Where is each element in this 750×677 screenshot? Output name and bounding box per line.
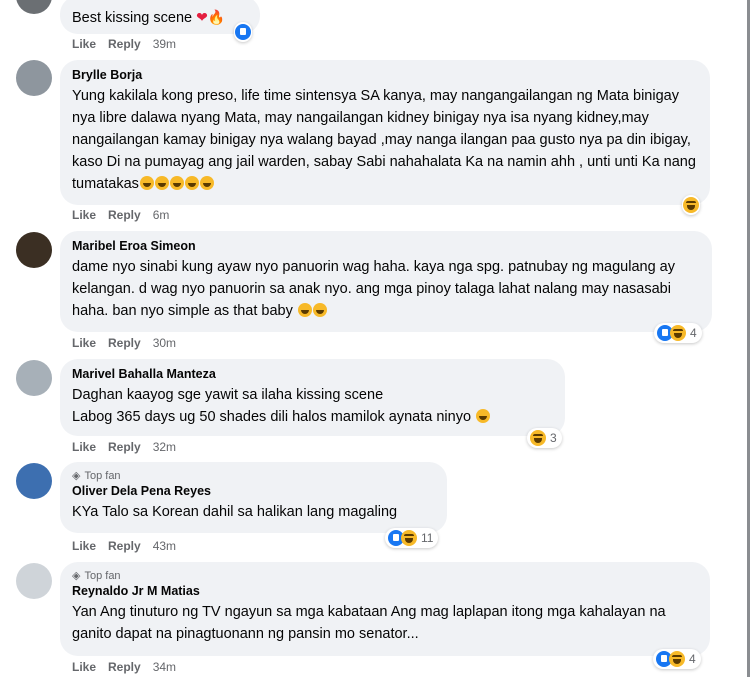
comment-text: Best kissing scene ❤🔥 <box>72 9 226 26</box>
haha-reaction-icon <box>530 430 546 446</box>
avatar[interactable] <box>16 0 52 14</box>
timestamp[interactable]: 39m <box>153 37 176 51</box>
reply-button[interactable]: Reply <box>108 336 141 350</box>
comment-actions: Like Reply 6m <box>72 208 169 222</box>
comment-bubble: Marivel Bahalla Manteza Daghan kaayog sg… <box>60 359 565 436</box>
reply-button[interactable]: Reply <box>108 539 141 553</box>
comment-text: Yan Ang tinuturo ng TV ngayun sa mga kab… <box>72 604 666 642</box>
comment-text: KYa Talo sa Korean dahil sa halikan lang… <box>72 504 398 520</box>
avatar[interactable] <box>16 232 52 268</box>
timestamp[interactable]: 6m <box>153 208 170 222</box>
commenter-name[interactable]: Marivel Bahalla Manteza <box>72 367 553 381</box>
comment-actions: Like Reply 39m <box>72 37 176 51</box>
reaction-count: 4 <box>690 326 697 340</box>
like-button[interactable]: Like <box>72 37 96 51</box>
reply-button[interactable]: Reply <box>108 37 141 51</box>
timestamp[interactable]: 43m <box>153 539 176 553</box>
commenter-name[interactable]: Oliver Dela Pena Reyes <box>72 484 435 498</box>
reaction-summary[interactable] <box>682 195 700 215</box>
like-button[interactable]: Like <box>72 539 96 553</box>
avatar[interactable] <box>16 563 52 599</box>
top-fan-badge: ◈ Top fan <box>72 469 121 483</box>
reply-button[interactable]: Reply <box>108 660 141 674</box>
comment-bubble: Brylle Borja Yung kakilala kong preso, l… <box>60 60 710 205</box>
like-reaction-icon <box>235 24 251 40</box>
grin-emoji-icon <box>312 303 327 317</box>
comment-actions: Like Reply 32m <box>72 440 176 454</box>
like-button[interactable]: Like <box>72 208 96 222</box>
avatar[interactable] <box>16 360 52 396</box>
reaction-count: 4 <box>689 652 696 666</box>
top-fan-icon: ◈ <box>72 470 81 482</box>
top-fan-icon: ◈ <box>72 570 81 582</box>
like-button[interactable]: Like <box>72 440 96 454</box>
timestamp[interactable]: 30m <box>153 336 176 350</box>
comment-bubble: ◈ Top fan Oliver Dela Pena Reyes KYa Talo… <box>60 462 447 533</box>
haha-reaction-icon <box>401 530 417 546</box>
like-button[interactable]: Like <box>72 336 96 350</box>
comment-actions: Like Reply 30m <box>72 336 176 350</box>
haha-reaction-icon <box>670 325 686 341</box>
like-button[interactable]: Like <box>72 660 96 674</box>
timestamp[interactable]: 32m <box>153 440 176 454</box>
comment-bubble: ◈ Top fan Reynaldo Jr M Matias Yan Ang ti… <box>60 562 710 656</box>
reply-button[interactable]: Reply <box>108 440 141 454</box>
rofl-emoji-icon <box>169 176 184 190</box>
comment-actions: Like Reply 43m <box>72 539 176 553</box>
haha-reaction-icon <box>669 651 685 667</box>
commenter-name[interactable]: Maribel Eroa Simeon <box>72 239 700 253</box>
reaction-summary[interactable]: 11 <box>385 528 439 548</box>
comment-text: Yung kakilala kong preso, life time sint… <box>72 88 696 192</box>
reaction-count: 3 <box>550 431 557 445</box>
heart-emoji-icon: ❤ <box>196 9 208 25</box>
joy-emoji-icon <box>297 303 312 317</box>
reaction-summary[interactable]: 4 <box>653 649 701 669</box>
joy-emoji-icon <box>199 176 214 190</box>
reaction-summary[interactable]: 4 <box>654 323 702 343</box>
reply-button[interactable]: Reply <box>108 208 141 222</box>
comment-bubble: Maribel Eroa Simeon dame nyo sinabi kung… <box>60 231 712 332</box>
comment-text: dame nyo sinabi kung ayaw nyo panuorin w… <box>72 259 675 319</box>
top-fan-badge: ◈ Top fan <box>72 569 121 583</box>
avatar[interactable] <box>16 60 52 96</box>
reaction-summary[interactable] <box>234 22 252 42</box>
reaction-count: 11 <box>421 531 434 545</box>
rofl-emoji-icon <box>154 176 169 190</box>
comment-bubble: Best kissing scene ❤🔥 <box>60 0 260 34</box>
rofl-emoji-icon <box>476 409 491 423</box>
comment-text: Daghan kaayog sge yawit sa ilaha kissing… <box>72 384 553 428</box>
joy-emoji-icon <box>184 176 199 190</box>
fire-emoji-icon: 🔥 <box>207 9 226 25</box>
reaction-summary[interactable]: 3 <box>527 428 562 448</box>
commenter-name[interactable]: Reynaldo Jr M Matias <box>72 584 698 598</box>
commenter-name[interactable]: Brylle Borja <box>72 68 698 82</box>
rofl-emoji-icon <box>139 176 154 190</box>
avatar[interactable] <box>16 463 52 499</box>
timestamp[interactable]: 34m <box>153 660 176 674</box>
haha-reaction-icon <box>683 197 699 213</box>
comment-actions: Like Reply 34m <box>72 660 176 674</box>
